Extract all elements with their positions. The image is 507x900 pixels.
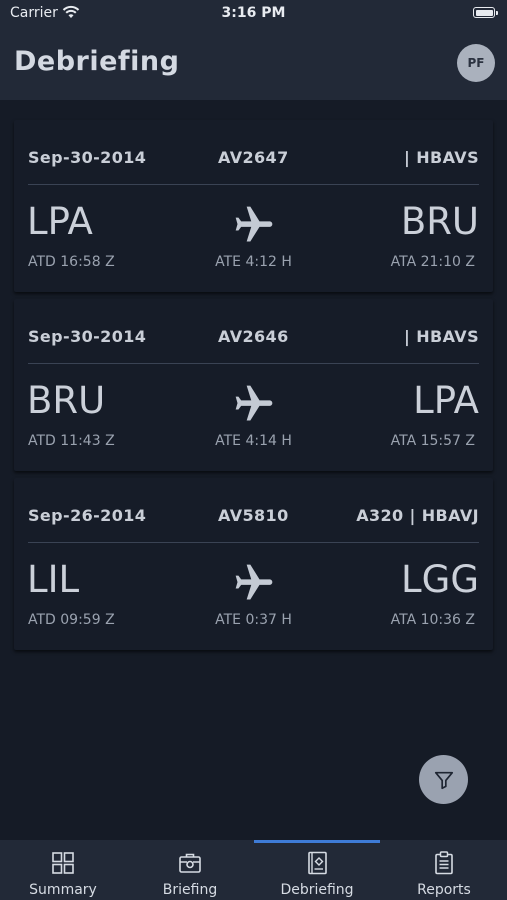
destination-airport: BRU [400,200,479,243]
flight-date: Sep-26-2014 [28,506,147,525]
flight-number: AV2647 [218,148,289,167]
tab-reports[interactable]: Reports [381,840,507,900]
divider [28,184,479,185]
divider [28,363,479,364]
avatar[interactable]: PF [457,44,495,82]
flight-date: Sep-30-2014 [28,327,147,346]
filter-icon [434,771,453,789]
aircraft-registration: | HBAVS [403,327,479,346]
grid-icon [52,852,74,874]
tab-briefing[interactable]: Briefing [127,840,253,900]
flight-card[interactable]: Sep-26-2014 AV5810 A320 | HBAVJ LIL LGG … [14,478,493,650]
arrival-time: ATA 10:36 Z [390,612,475,628]
flight-card[interactable]: Sep-30-2014 AV2646 | HBAVS BRU LPA ATD 1… [14,299,493,471]
aircraft-registration: | HBAVS [403,148,479,167]
tab-label: Summary [29,882,97,898]
tab-debriefing[interactable]: Debriefing [254,840,380,900]
tab-summary[interactable]: Summary [0,840,126,900]
clipboard-icon [435,851,453,875]
tab-bar: Summary Briefing Debriefing Reports [0,840,507,900]
destination-airport: LPA [413,379,479,422]
tab-label: Reports [417,882,471,898]
briefcase-icon [179,853,201,873]
destination-airport: LGG [401,558,479,601]
active-tab-indicator [254,840,380,843]
tab-label: Briefing [162,882,218,898]
airplane-icon [235,564,273,600]
flight-number: AV5810 [218,506,289,525]
origin-airport: LIL [27,558,80,601]
divider [28,542,479,543]
clock: 3:16 PM [221,5,286,21]
aircraft-registration: A320 | HBAVJ [356,506,479,525]
origin-airport: LPA [27,200,93,243]
airplane-icon [235,206,273,242]
origin-airport: BRU [27,379,106,422]
top-bar: Debriefing PF [0,28,507,100]
flight-number: AV2646 [218,327,289,346]
book-icon [308,851,327,875]
arrival-time: ATA 15:57 Z [390,433,475,449]
page-title: Debriefing [14,46,180,77]
filter-button[interactable] [419,755,468,804]
airplane-icon [235,385,273,421]
status-bar: Carrier 3:16 PM [0,0,507,28]
flight-date: Sep-30-2014 [28,148,147,167]
tab-label: Debriefing [280,882,354,898]
flight-card[interactable]: Sep-30-2014 AV2647 | HBAVS LPA BRU ATD 1… [14,120,493,292]
arrival-time: ATA 21:10 Z [390,254,475,270]
battery-icon [473,7,498,18]
